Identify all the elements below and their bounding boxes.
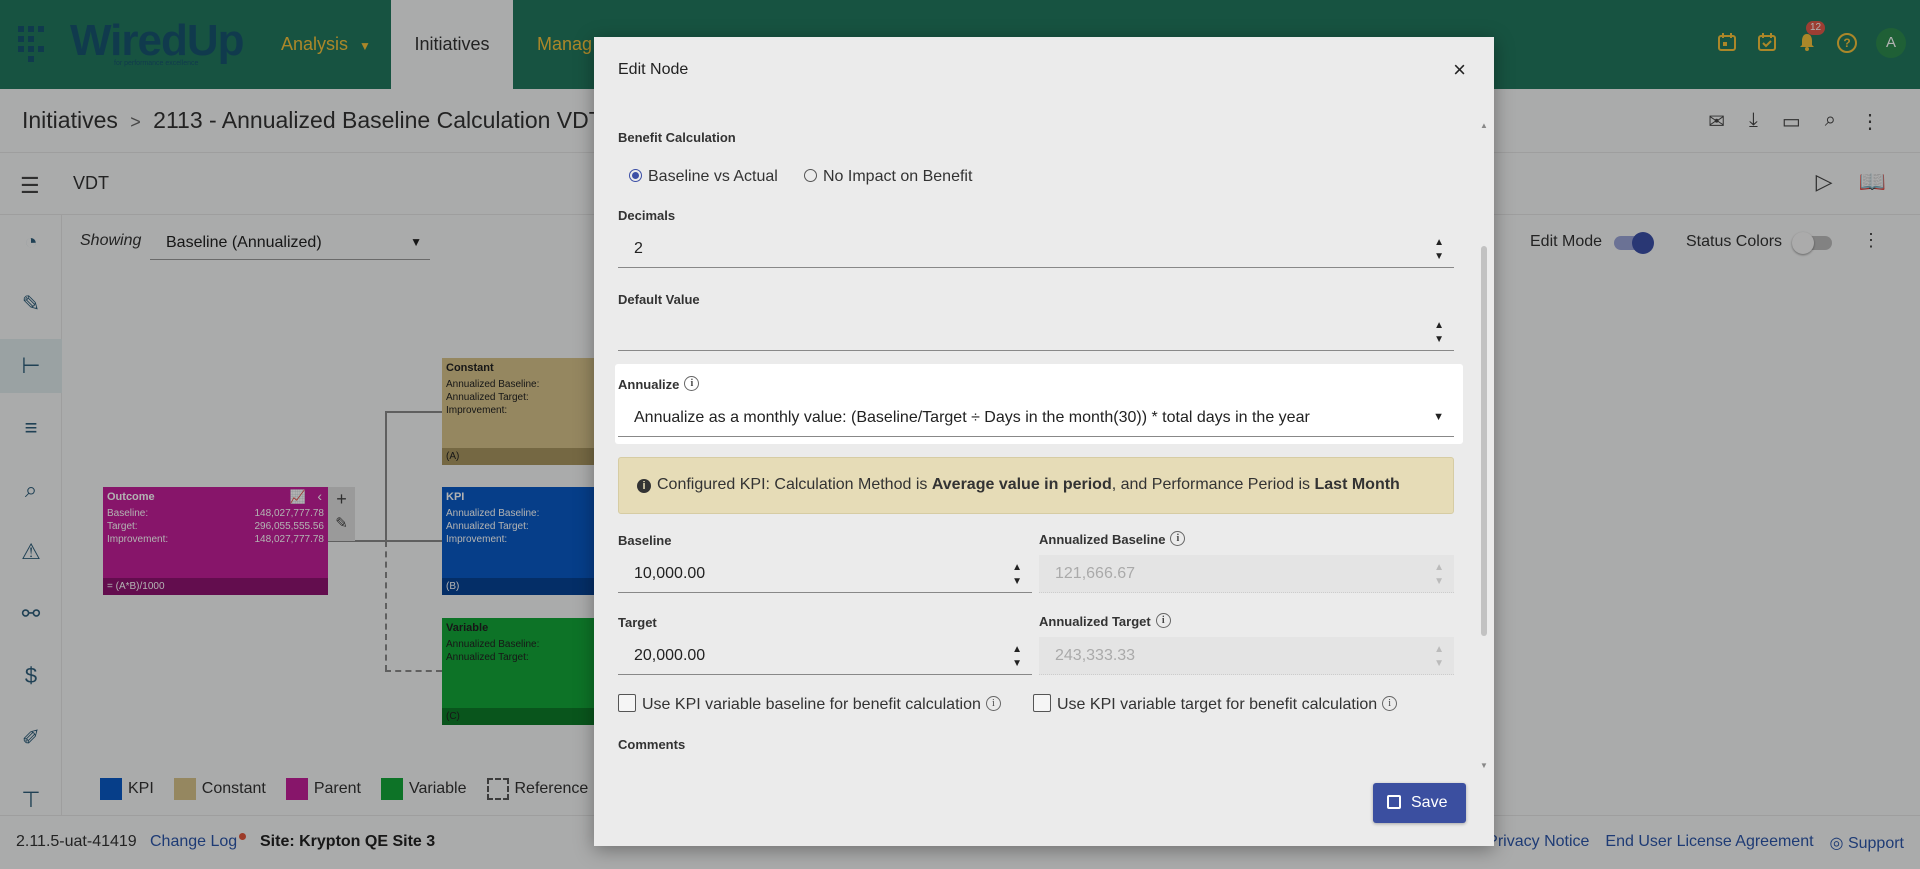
info-icon[interactable]: i — [985, 696, 1001, 711]
use-kpi-target-checkbox[interactable]: Use KPI variable target for benefit calc… — [1033, 694, 1398, 714]
target-value: 20,000.00 — [634, 647, 706, 664]
info-icon[interactable]: i — [1382, 696, 1398, 711]
target-input[interactable]: 20,000.00 ▲ ▼ — [618, 637, 1032, 675]
stepper-icon[interactable]: ▲ ▼ — [1012, 643, 1022, 671]
radio-selected-icon — [629, 169, 642, 182]
decimals-input[interactable]: 2 ▲ ▼ — [618, 230, 1454, 268]
annualize-section: Annualize i Annualize as a monthly value:… — [615, 364, 1463, 444]
use-kpi-baseline-checkbox[interactable]: Use KPI variable baseline for benefit ca… — [618, 694, 1001, 714]
annualize-select[interactable]: Annualize as a monthly value: (Baseline/… — [618, 399, 1454, 437]
stepper-icon[interactable]: ▲ ▼ — [1434, 236, 1444, 264]
radio-unselected-icon — [804, 169, 817, 182]
radio-baseline-vs-actual[interactable]: Baseline vs Actual — [629, 168, 778, 186]
annualize-label: Annualize i — [618, 376, 700, 392]
annualized-target-input: 243,333.33 ▲ ▼ — [1039, 637, 1454, 675]
stepper-icon: ▲ ▼ — [1434, 644, 1444, 669]
decimals-label: Decimals — [618, 208, 676, 223]
modal-title: Edit Node — [618, 61, 689, 78]
info-icon[interactable]: i — [1155, 613, 1171, 628]
annualized-baseline-label: Annualized Baseline i — [1039, 531, 1186, 547]
annualized-baseline-value: 121,666.67 — [1055, 565, 1136, 582]
comments-label: Comments — [618, 737, 686, 752]
baseline-label: Baseline — [618, 533, 672, 548]
modal-scrollbar[interactable]: ▲ ▼ — [1480, 121, 1488, 771]
stepper-icon: ▲ ▼ — [1434, 562, 1444, 587]
annualized-baseline-input: 121,666.67 ▲ ▼ — [1039, 555, 1454, 593]
checkbox-box[interactable] — [618, 694, 636, 712]
save-icon — [1387, 795, 1401, 809]
baseline-input[interactable]: 10,000.00 ▲ ▼ — [618, 555, 1032, 593]
target-label: Target — [618, 615, 657, 630]
decimals-value: 2 — [634, 240, 643, 257]
radio-no-impact[interactable]: No Impact on Benefit — [804, 168, 972, 186]
edit-node-modal: Edit Node × ▲ ▼ Benefit Calculation Base… — [594, 37, 1494, 846]
annualized-target-value: 243,333.33 — [1055, 647, 1136, 664]
caret-down-icon: ▼ — [1433, 411, 1444, 423]
annualized-target-label: Annualized Target i — [1039, 613, 1171, 629]
stepper-icon[interactable]: ▲ ▼ — [1434, 319, 1444, 347]
save-button[interactable]: Save — [1373, 783, 1466, 823]
scroll-down-icon[interactable]: ▼ — [1480, 761, 1488, 770]
default-value-input[interactable]: ▲ ▼ — [618, 313, 1454, 351]
close-icon[interactable]: × — [1453, 57, 1466, 83]
info-icon[interactable]: i — [684, 376, 700, 391]
scroll-up-icon[interactable]: ▲ — [1480, 121, 1488, 130]
scrollbar-thumb[interactable] — [1481, 246, 1487, 636]
stepper-icon[interactable]: ▲ ▼ — [1012, 561, 1022, 589]
annualize-select-value: Annualize as a monthly value: (Baseline/… — [634, 409, 1310, 426]
benefit-calculation-label: Benefit Calculation — [618, 130, 736, 145]
kpi-config-alert: i Configured KPI: Calculation Method is A… — [618, 457, 1454, 514]
info-icon[interactable]: i — [1170, 531, 1186, 546]
checkbox-box[interactable] — [1033, 694, 1051, 712]
default-value-label: Default Value — [618, 292, 700, 307]
baseline-value: 10,000.00 — [634, 565, 706, 582]
info-circle-icon: i — [637, 479, 651, 493]
